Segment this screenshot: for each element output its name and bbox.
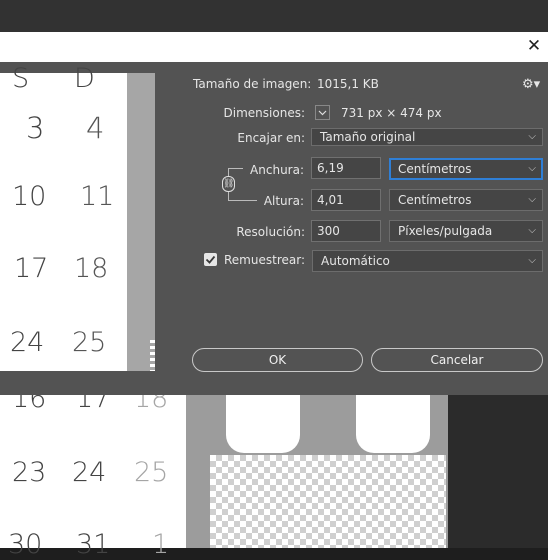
background-tab xyxy=(226,395,300,453)
bg-cal-cell: 31 xyxy=(76,529,111,560)
height-unit-select[interactable]: Centímetros ⌵ xyxy=(389,189,543,211)
preview-cell: 11 xyxy=(80,181,115,212)
top-bar xyxy=(0,0,548,32)
gear-icon[interactable]: ⚙▾ xyxy=(522,77,540,93)
chevron-down-icon: ⌵ xyxy=(528,131,536,142)
dimensions-toggle[interactable] xyxy=(315,105,330,120)
chevron-down-icon: ⌵ xyxy=(528,225,536,236)
height-input[interactable]: 4,01 xyxy=(311,189,381,211)
link-chain-icon[interactable]: ⛓ xyxy=(222,176,235,192)
preview-dots xyxy=(150,340,155,371)
background-calendar: 16 17 18 23 24 25 30 31 1 xyxy=(0,383,186,560)
resample-select[interactable]: Automático ⌵ xyxy=(312,250,543,272)
resample-checkbox[interactable] xyxy=(204,253,217,266)
image-preview[interactable]: S D 3 4 10 11 17 18 24 25 xyxy=(0,63,127,371)
preview-cell: 17 xyxy=(14,253,49,284)
fit-to-label: Encajar en: xyxy=(237,131,305,145)
ok-button[interactable]: OK xyxy=(192,348,363,372)
chevron-down-icon xyxy=(318,110,327,116)
chevron-down-icon: ⌵ xyxy=(528,194,536,205)
fit-to-select[interactable]: Tamaño original ⌵ xyxy=(311,128,543,146)
preview-cell: 24 xyxy=(10,327,45,358)
checkmark-icon xyxy=(205,255,216,264)
preview-cell: 3 xyxy=(26,111,45,145)
bg-cal-cell: 25 xyxy=(134,457,169,488)
resolution-label: Resolución: xyxy=(236,225,305,239)
resample-value: Automático xyxy=(321,254,390,268)
height-unit-value: Centímetros xyxy=(398,193,472,207)
resolution-unit-value: Píxeles/pulgada xyxy=(398,224,493,238)
preview-cell: 25 xyxy=(72,327,107,358)
chevron-down-icon: ⌵ xyxy=(528,163,536,174)
ok-button-label: OK xyxy=(268,353,287,367)
dimensions-value: 731 px × 474 px xyxy=(341,106,442,120)
width-input-value: 6,19 xyxy=(317,161,344,175)
bg-cal-cell: 23 xyxy=(12,457,47,488)
close-icon[interactable]: ✕ xyxy=(524,34,544,58)
height-label: Altura: xyxy=(263,194,304,208)
preview-cell: 10 xyxy=(12,181,47,212)
width-unit-select[interactable]: Centímetros ⌵ xyxy=(389,158,543,180)
resolution-input[interactable]: 300 xyxy=(311,220,381,242)
transparency-checker xyxy=(210,455,446,548)
dimensions-label: Dimensiones: xyxy=(223,106,305,120)
image-size-value: 1015,1 KB xyxy=(317,77,379,91)
preview-header: D xyxy=(74,63,95,94)
resample-label: Remuestrear: xyxy=(224,253,305,267)
preview-cell: 4 xyxy=(86,111,105,145)
dialog-title-bar xyxy=(0,32,548,62)
preview-cell: 18 xyxy=(74,253,109,284)
resolution-input-value: 300 xyxy=(317,224,340,238)
fit-to-value: Tamaño original xyxy=(320,130,416,144)
resolution-unit-select[interactable]: Píxeles/pulgada ⌵ xyxy=(389,220,543,242)
bg-cal-cell: 1 xyxy=(152,529,170,560)
preview-strip xyxy=(127,73,155,371)
width-label: Anchura: xyxy=(250,163,304,177)
width-unit-value: Centímetros xyxy=(398,162,472,176)
cancel-button-label: Cancelar xyxy=(430,353,484,367)
bg-cal-cell: 24 xyxy=(72,457,107,488)
bg-cal-cell: 30 xyxy=(8,529,43,560)
width-input[interactable]: 6,19 xyxy=(311,157,381,179)
cancel-button[interactable]: Cancelar xyxy=(371,348,543,372)
height-input-value: 4,01 xyxy=(317,193,344,207)
background-tab xyxy=(356,395,430,453)
background-dark-area xyxy=(448,395,548,548)
preview-header: S xyxy=(12,63,30,94)
chevron-down-icon: ⌵ xyxy=(528,255,536,266)
